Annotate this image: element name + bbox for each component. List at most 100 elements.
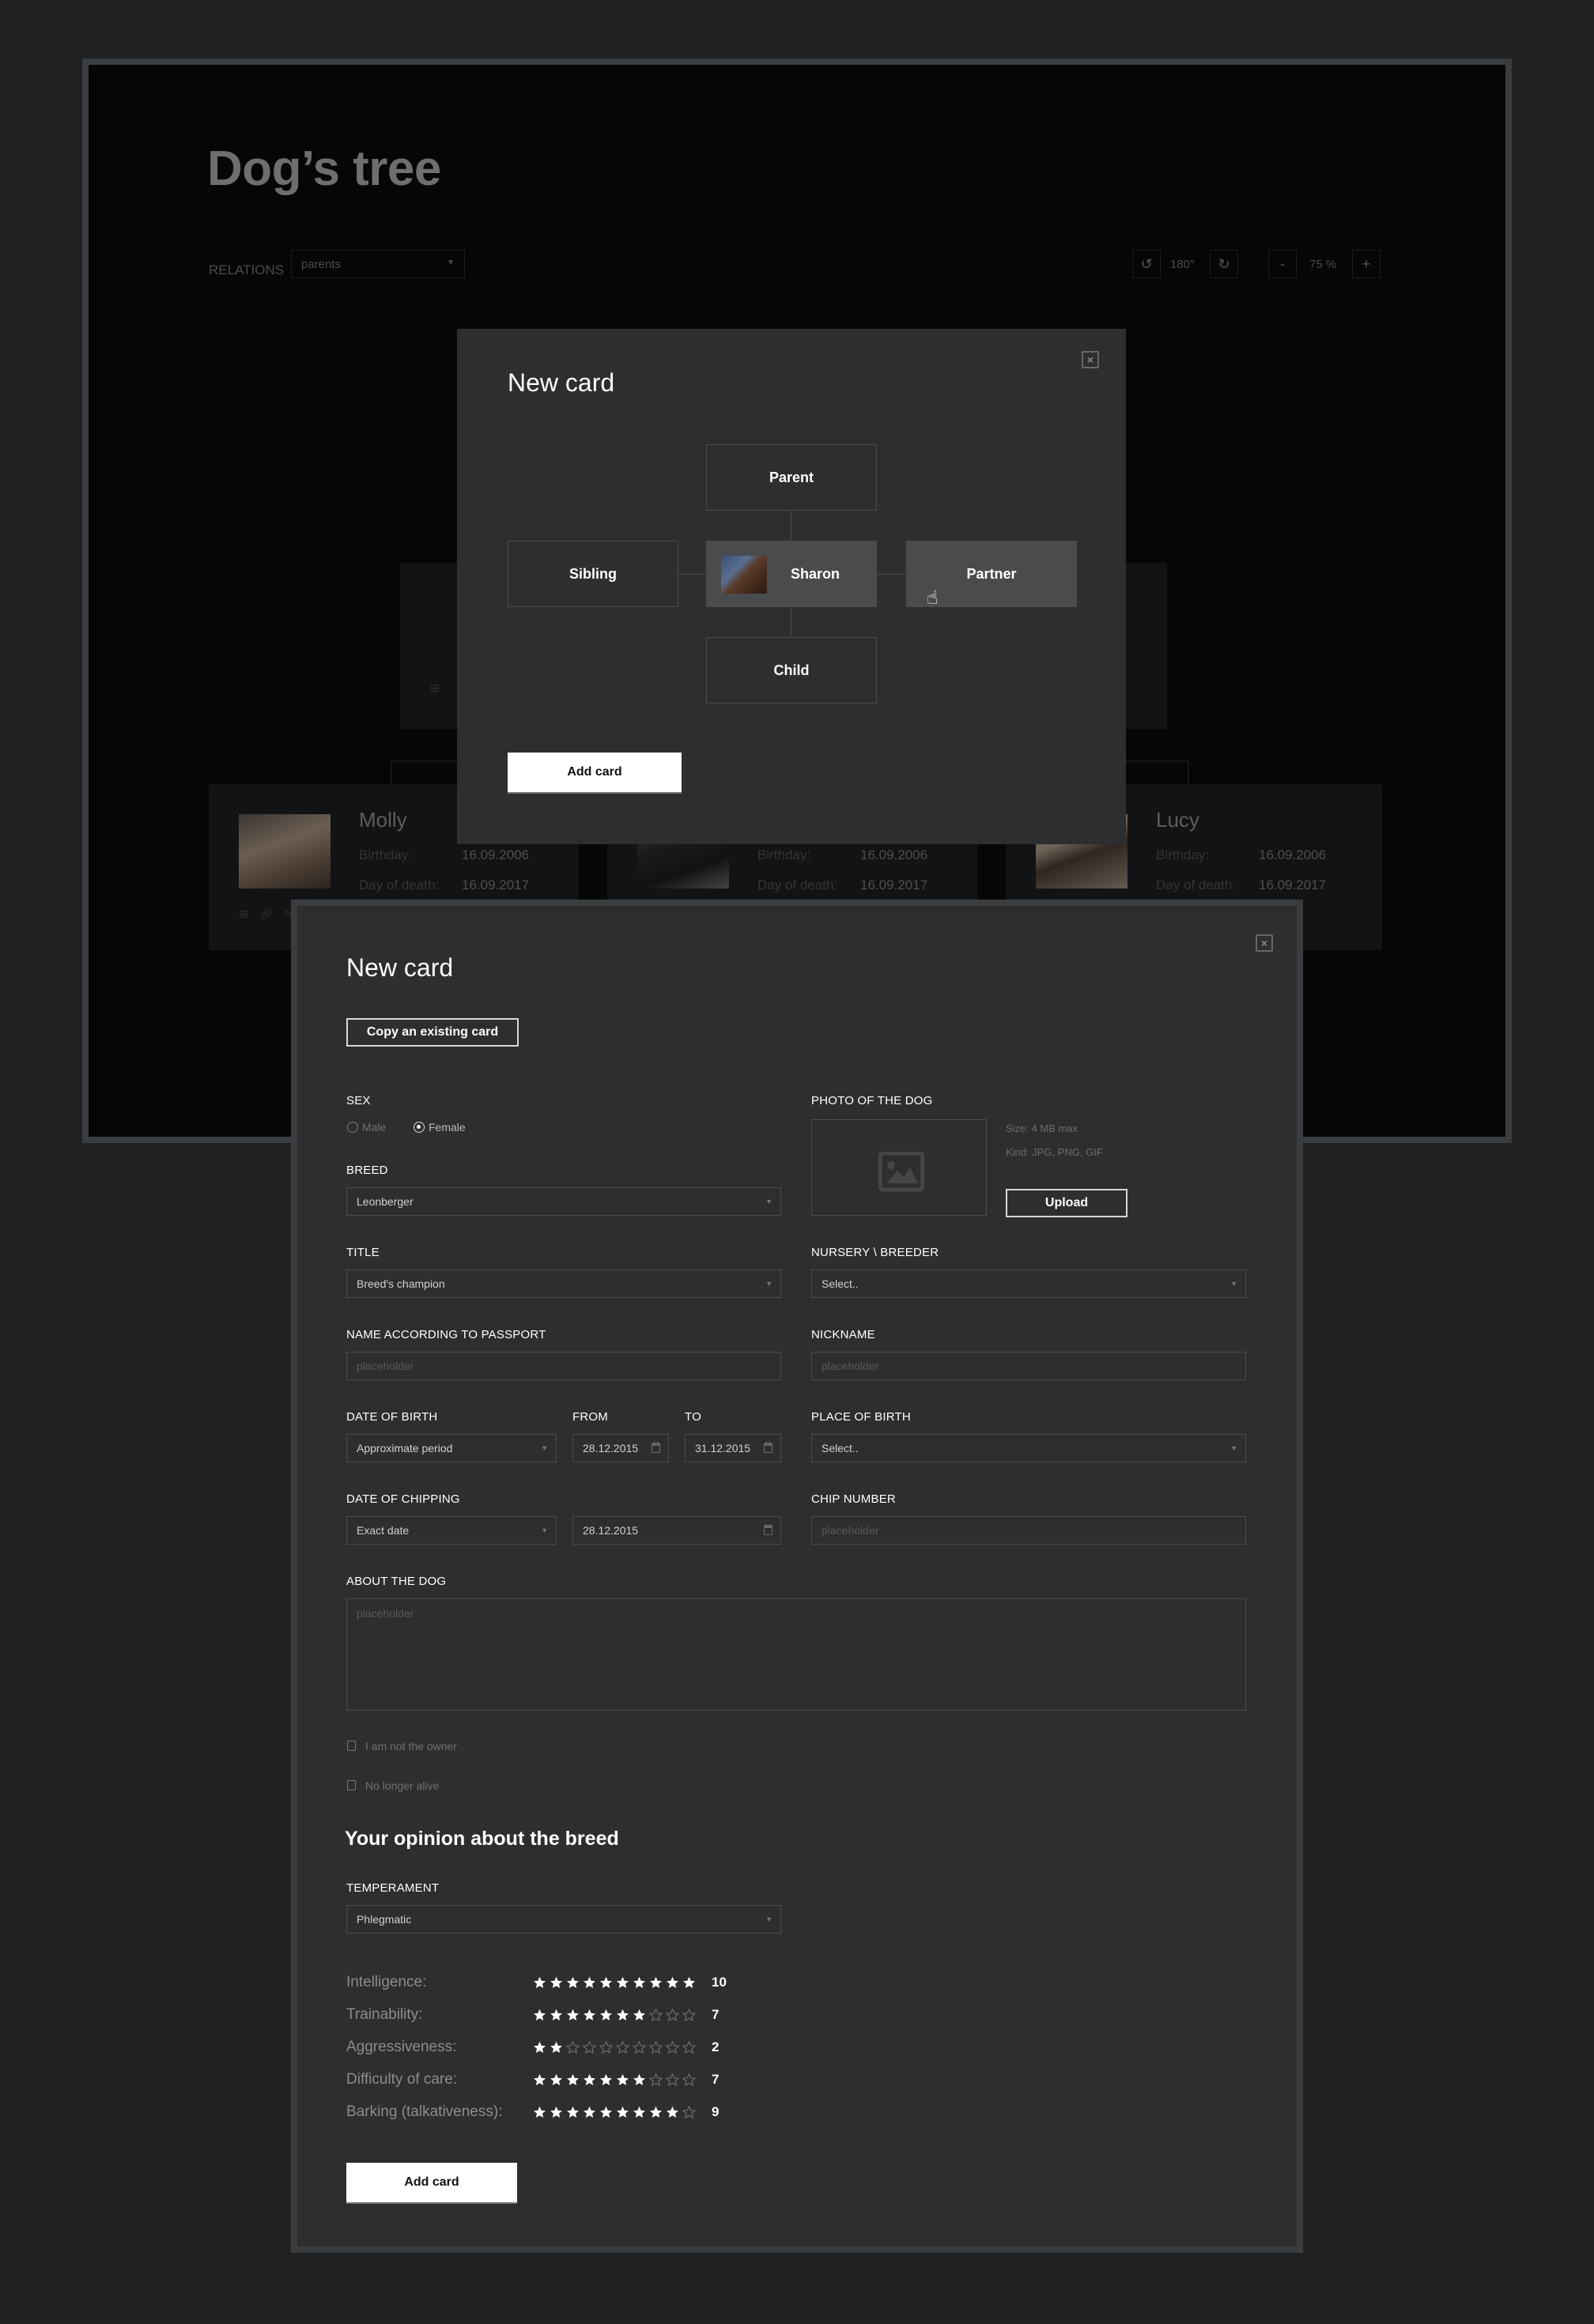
star-filled-icon[interactable]: [533, 2073, 546, 2087]
star-rating[interactable]: [533, 2008, 699, 2022]
sibling-option[interactable]: Sibling: [508, 541, 678, 607]
star-empty-icon[interactable]: [649, 2008, 663, 2022]
parent-option[interactable]: Parent: [706, 444, 877, 511]
close-button[interactable]: ×: [1256, 934, 1273, 952]
star-filled-icon[interactable]: [566, 1976, 580, 1990]
star-filled-icon[interactable]: [633, 2073, 646, 2087]
star-filled-icon[interactable]: [633, 1976, 646, 1990]
star-filled-icon[interactable]: [550, 2009, 563, 2022]
not-owner-checkbox[interactable]: [347, 1741, 356, 1751]
star-filled-icon[interactable]: [666, 1976, 679, 1990]
star-rating[interactable]: [533, 2073, 699, 2087]
date-of-birth-mode-select[interactable]: Approximate period ▼: [346, 1434, 557, 1462]
breed-value: Leonberger: [357, 1195, 414, 1208]
star-filled-icon[interactable]: [599, 2106, 613, 2119]
star-filled-icon[interactable]: [599, 2073, 613, 2087]
zoom-out-button[interactable]: -: [1268, 250, 1297, 278]
star-filled-icon[interactable]: [533, 2009, 546, 2022]
star-empty-icon[interactable]: [682, 2073, 696, 2087]
nursery-select[interactable]: Select.. ▼: [811, 1270, 1246, 1298]
rotate-right-button[interactable]: ↻: [1210, 250, 1238, 278]
rating-value: 7: [712, 2007, 720, 2022]
star-rating[interactable]: [533, 2105, 699, 2119]
star-filled-icon[interactable]: [583, 2106, 596, 2119]
star-empty-icon[interactable]: [566, 2040, 580, 2054]
nickname-input[interactable]: placeholder: [811, 1352, 1246, 1380]
star-empty-icon[interactable]: [599, 2040, 613, 2054]
star-filled-icon[interactable]: [550, 2073, 563, 2087]
star-filled-icon[interactable]: [616, 2009, 629, 2022]
title-select[interactable]: Breed's champion ▼: [346, 1270, 781, 1298]
star-filled-icon[interactable]: [666, 2106, 679, 2119]
calendar-icon[interactable]: [652, 1442, 660, 1453]
passport-name-input[interactable]: placeholder: [346, 1352, 781, 1380]
calendar-icon[interactable]: [764, 1524, 772, 1535]
star-filled-icon[interactable]: [566, 2106, 580, 2119]
star-rating[interactable]: [533, 2040, 699, 2054]
rating-label: Difficulty of care:: [346, 2071, 458, 2088]
star-filled-icon[interactable]: [649, 1976, 663, 1990]
star-empty-icon[interactable]: [633, 2040, 646, 2054]
star-filled-icon[interactable]: [583, 2073, 596, 2087]
temperament-select[interactable]: Phlegmatic ▼: [346, 1905, 781, 1934]
add-icon[interactable]: ⊞: [430, 681, 440, 695]
chipping-mode-select[interactable]: Exact date ▼: [346, 1516, 557, 1545]
rotate-left-button[interactable]: ↺: [1132, 250, 1161, 278]
place-of-birth-select[interactable]: Select.. ▼: [811, 1434, 1246, 1462]
upload-button[interactable]: Upload: [1006, 1189, 1128, 1217]
star-empty-icon[interactable]: [649, 2073, 663, 2087]
star-filled-icon[interactable]: [550, 1976, 563, 1990]
star-filled-icon[interactable]: [633, 2106, 646, 2119]
star-filled-icon[interactable]: [583, 2009, 596, 2022]
star-filled-icon[interactable]: [616, 2073, 629, 2087]
star-filled-icon[interactable]: [649, 2106, 663, 2119]
star-filled-icon[interactable]: [583, 1976, 596, 1990]
chipping-date-input[interactable]: 28.12.2015: [572, 1516, 781, 1545]
photo-dropzone[interactable]: [811, 1119, 987, 1216]
child-option[interactable]: Child: [706, 637, 877, 704]
link-icon[interactable]: 🔗︎: [259, 907, 274, 921]
star-empty-icon[interactable]: [682, 2105, 696, 2119]
zoom-in-button[interactable]: +: [1352, 250, 1381, 278]
add-card-button[interactable]: Add card: [508, 753, 682, 794]
sex-radio-female[interactable]: [414, 1122, 425, 1133]
chip-number-input[interactable]: placeholder: [811, 1516, 1246, 1545]
star-filled-icon[interactable]: [533, 2106, 546, 2119]
star-filled-icon[interactable]: [533, 2041, 546, 2054]
star-filled-icon[interactable]: [566, 2009, 580, 2022]
star-empty-icon[interactable]: [616, 2040, 629, 2054]
star-empty-icon[interactable]: [666, 2040, 679, 2054]
sex-radio-male[interactable]: [347, 1122, 358, 1133]
star-filled-icon[interactable]: [682, 1976, 696, 1990]
star-filled-icon[interactable]: [616, 1976, 629, 1990]
star-empty-icon[interactable]: [682, 2008, 696, 2022]
star-filled-icon[interactable]: [599, 1976, 613, 1990]
star-filled-icon[interactable]: [550, 2041, 563, 2054]
close-button[interactable]: ×: [1082, 351, 1099, 368]
breed-select[interactable]: Leonberger ▼: [346, 1187, 781, 1216]
not-alive-checkbox[interactable]: [347, 1780, 356, 1790]
star-filled-icon[interactable]: [616, 2106, 629, 2119]
death-label: Day of death:: [1156, 877, 1237, 892]
star-empty-icon[interactable]: [583, 2040, 596, 2054]
copy-existing-card-button[interactable]: Copy an existing card: [346, 1018, 519, 1047]
star-filled-icon[interactable]: [533, 1976, 546, 1990]
dob-to-input[interactable]: 31.12.2015: [685, 1434, 781, 1462]
star-filled-icon[interactable]: [566, 2073, 580, 2087]
star-filled-icon[interactable]: [599, 2009, 613, 2022]
about-textarea[interactable]: placeholder: [346, 1598, 1246, 1711]
relations-select[interactable]: parents ▼: [291, 250, 465, 278]
star-rating[interactable]: [533, 1976, 699, 1990]
star-empty-icon[interactable]: [682, 2040, 696, 2054]
star-empty-icon[interactable]: [649, 2040, 663, 2054]
rating-value: 7: [712, 2072, 720, 2087]
calendar-icon[interactable]: [764, 1442, 772, 1453]
place-of-birth-label: PLACE OF BIRTH: [811, 1410, 911, 1424]
star-empty-icon[interactable]: [666, 2073, 679, 2087]
star-filled-icon[interactable]: [633, 2009, 646, 2022]
dob-from-input[interactable]: 28.12.2015: [572, 1434, 669, 1462]
add-icon[interactable]: ⊞: [239, 907, 248, 921]
star-empty-icon[interactable]: [666, 2008, 679, 2022]
star-filled-icon[interactable]: [550, 2106, 563, 2119]
add-card-button[interactable]: Add card: [346, 2163, 517, 2204]
